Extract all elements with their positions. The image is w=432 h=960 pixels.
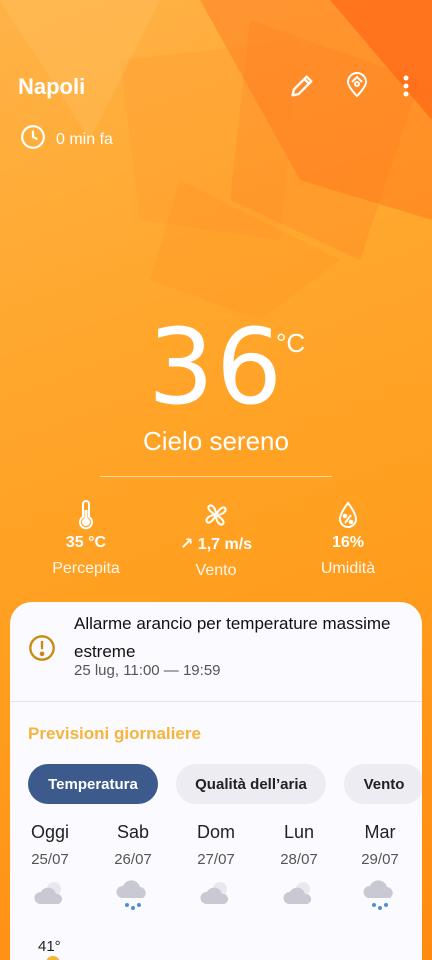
chip-temperature[interactable]: Temperatura: [28, 764, 158, 804]
stat-feels-like: 35 °C Percepita: [14, 500, 158, 578]
daily-forecast-list: Oggi 25/07 Sab 26/07 Dom 27/07 Lun 28/07…: [10, 822, 422, 922]
day-name: Oggi: [30, 822, 70, 842]
current-temperature-block: 36 °C: [0, 312, 432, 422]
day-date: 29/07: [361, 851, 399, 868]
stat-wind: ↗ 1,7 m/s Vento: [144, 500, 288, 580]
last-updated: 0 min fa: [20, 124, 113, 155]
forecast-day[interactable]: Lun 28/07: [259, 822, 339, 914]
current-stats: 35 °C Percepita ↗ 1,7 m/s Vento 16% Umid…: [0, 500, 432, 590]
warning-icon: [28, 634, 56, 667]
day-name: Dom: [196, 822, 235, 842]
humidity-label: Umidità: [320, 560, 376, 577]
clock-icon: [20, 124, 46, 155]
temperature-graph-point: [46, 956, 60, 960]
details-sheet[interactable]: Allarme arancio per temperature massime …: [10, 602, 422, 960]
partly-cloudy-icon: [10, 878, 90, 914]
temperature-unit: °C: [276, 328, 306, 358]
daily-forecast-title: Previsioni giornaliere: [28, 724, 201, 743]
wind-label: Vento: [195, 562, 237, 579]
alert-title: Allarme arancio per temperature massime …: [74, 614, 391, 661]
day-date: 28/07: [280, 851, 318, 868]
day-date: 27/07: [197, 851, 235, 868]
rain-icon: [93, 878, 173, 914]
locations-icon[interactable]: [342, 72, 370, 100]
wind-value: ↗ 1,7 m/s: [179, 536, 253, 553]
day-date: 25/07: [31, 851, 69, 868]
chip-air-quality[interactable]: Qualità dell’aria: [176, 764, 326, 804]
stat-humidity: 16% Umidità: [276, 500, 420, 578]
humidity-value: 16%: [331, 534, 365, 551]
humidity-drop-icon: [276, 500, 420, 530]
day-date: 26/07: [114, 851, 152, 868]
weather-condition: Cielo sereno: [143, 426, 289, 456]
last-updated-text: 0 min fa: [56, 130, 113, 148]
forecast-day[interactable]: Mar 29/07: [340, 822, 420, 914]
feels-like-value: 35 °C: [65, 534, 107, 551]
day-name: Sab: [116, 822, 150, 842]
alert-time: 25 lug, 11:00 — 19:59: [74, 662, 221, 679]
rain-icon: [340, 878, 420, 914]
city-name[interactable]: Napoli: [18, 74, 85, 100]
feels-like-label: Percepita: [52, 560, 120, 577]
more-options-icon[interactable]: [396, 72, 416, 100]
fan-icon: [144, 500, 288, 530]
partly-cloudy-icon: [176, 878, 256, 914]
forecast-day[interactable]: Oggi 25/07: [10, 822, 90, 914]
forecast-chips: Temperatura Qualità dell’aria Vento: [28, 764, 422, 804]
app-header: Napoli: [0, 60, 432, 116]
forecast-day[interactable]: Sab 26/07: [93, 822, 173, 914]
forecast-day[interactable]: Dom 27/07: [176, 822, 256, 914]
day-name: Lun: [283, 822, 315, 842]
partly-cloudy-icon: [259, 878, 339, 914]
edit-pencil-icon[interactable]: [288, 72, 316, 100]
day-name: Mar: [364, 822, 396, 842]
divider: [100, 476, 332, 477]
first-day-high-temp: 41°: [38, 938, 61, 955]
thermometer-icon: [14, 500, 158, 530]
chip-wind[interactable]: Vento: [344, 764, 422, 804]
weather-alert[interactable]: Allarme arancio per temperature massime …: [10, 602, 422, 702]
current-temperature: 36: [147, 306, 285, 428]
